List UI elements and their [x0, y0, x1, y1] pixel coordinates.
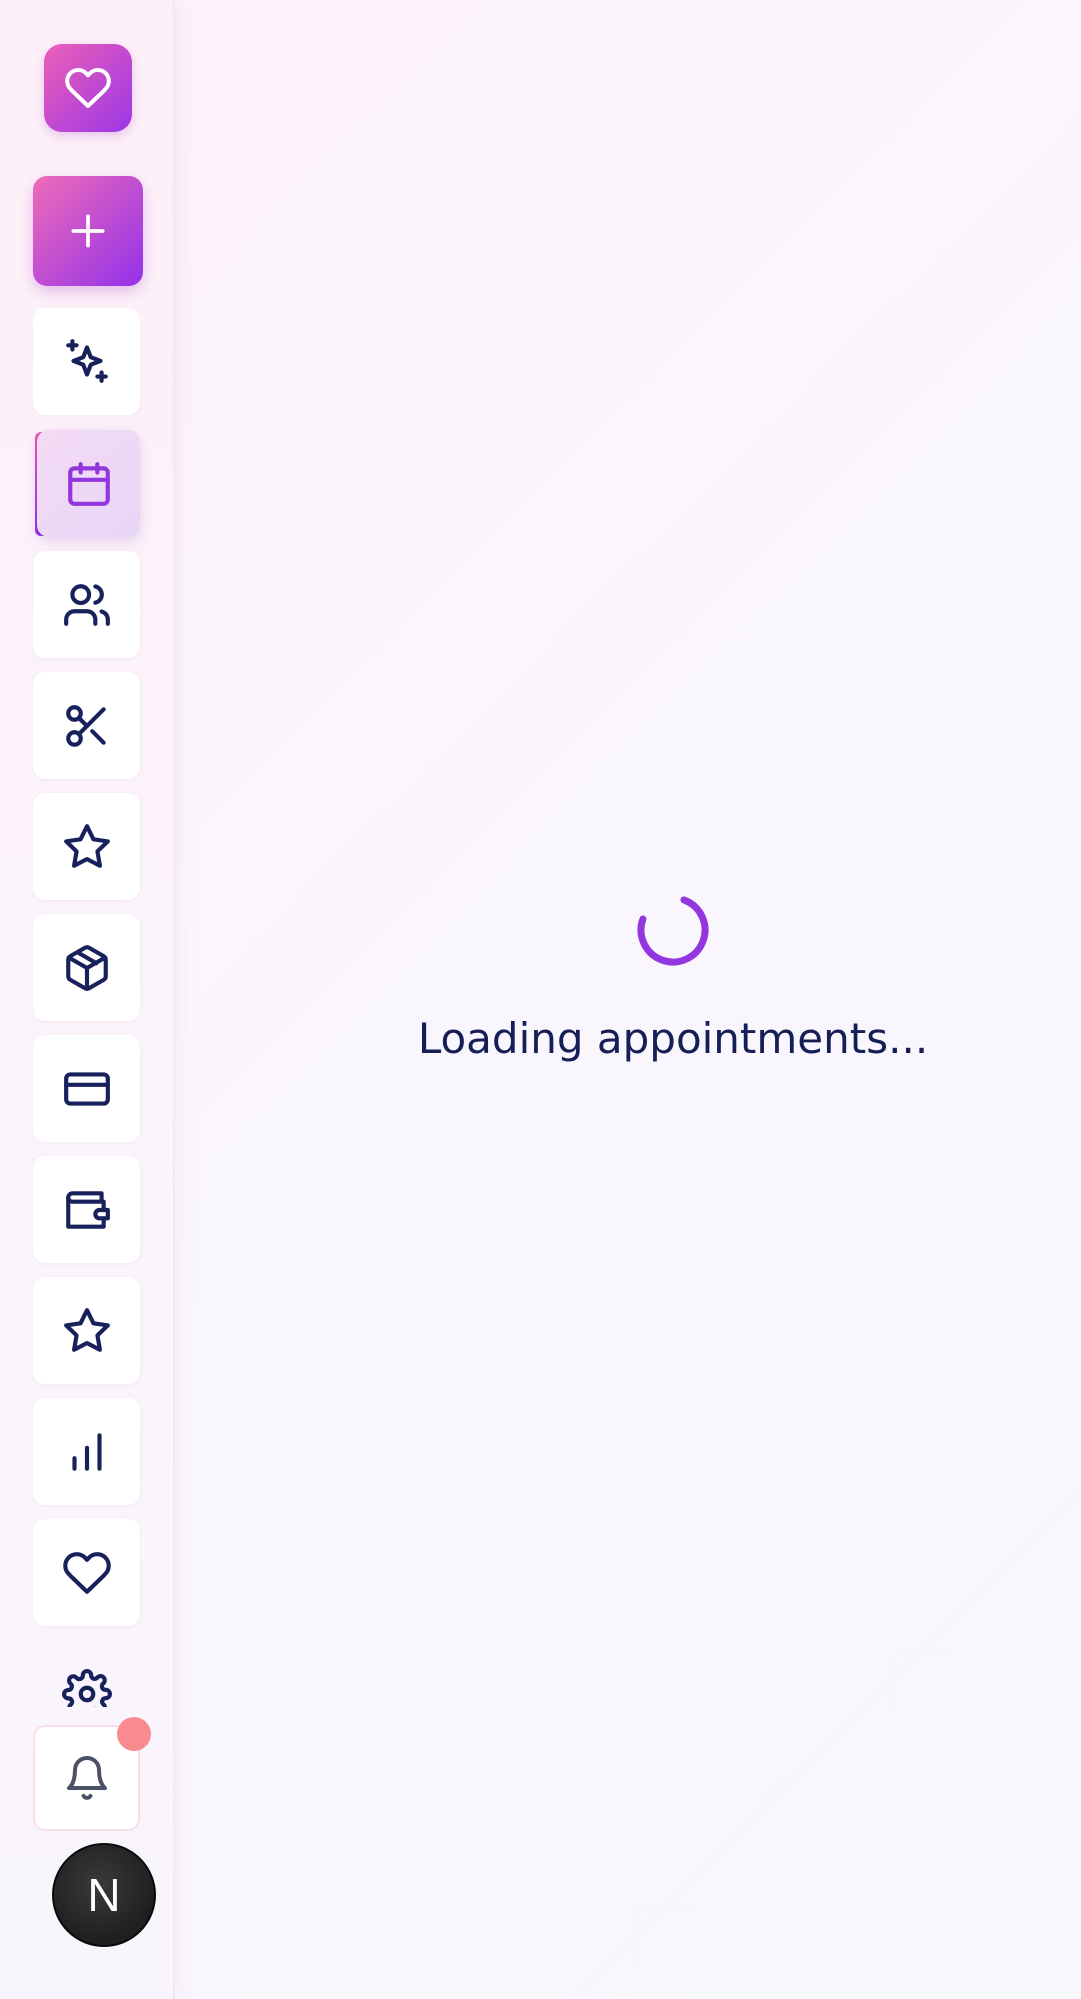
- credit-card-icon: [63, 1071, 110, 1106]
- wallet-icon: [65, 1190, 110, 1229]
- nav-item-ai-assistant[interactable]: [33, 308, 140, 415]
- nav-item-reviews[interactable]: [33, 793, 140, 900]
- avatar-initial: N: [87, 1869, 121, 1921]
- loading-state: Loading appointments...: [173, 890, 1081, 1110]
- nav-item-appointments[interactable]: [37, 430, 140, 537]
- nav-item-services[interactable]: [33, 672, 140, 779]
- nav-item-wallet[interactable]: [33, 1156, 140, 1263]
- user-avatar[interactable]: N: [52, 1843, 156, 1947]
- nav-item-loyalty[interactable]: [33, 1277, 140, 1384]
- nav-item-favorites[interactable]: [33, 1519, 140, 1626]
- heart-icon: [65, 67, 111, 108]
- gear-icon: [61, 1669, 112, 1707]
- nav-item-analytics[interactable]: [33, 1398, 140, 1505]
- add-button[interactable]: [33, 176, 143, 286]
- users-icon: [63, 583, 110, 626]
- nav-item-settings[interactable]: [33, 1645, 140, 1707]
- app-logo[interactable]: [44, 44, 132, 132]
- heart-icon: [62, 1551, 111, 1594]
- nav-item-products[interactable]: [33, 914, 140, 1021]
- bar-chart-icon: [71, 1432, 102, 1471]
- star-icon: [63, 823, 110, 868]
- star-icon: [63, 1307, 110, 1352]
- nav-item-payments[interactable]: [33, 1035, 140, 1142]
- scissors-icon: [65, 704, 106, 747]
- loading-spinner-icon: [637, 896, 709, 966]
- loading-text: Loading appointments...: [417, 1014, 929, 1063]
- notification-badge: [117, 1717, 151, 1751]
- sidebar: N: [0, 0, 175, 1999]
- box-icon: [65, 944, 108, 991]
- bell-icon: [66, 1756, 107, 1800]
- nav-item-clients[interactable]: [33, 551, 140, 658]
- plus-icon: [71, 214, 105, 248]
- sparkles-icon: [65, 338, 108, 383]
- calendar-icon: [67, 461, 110, 506]
